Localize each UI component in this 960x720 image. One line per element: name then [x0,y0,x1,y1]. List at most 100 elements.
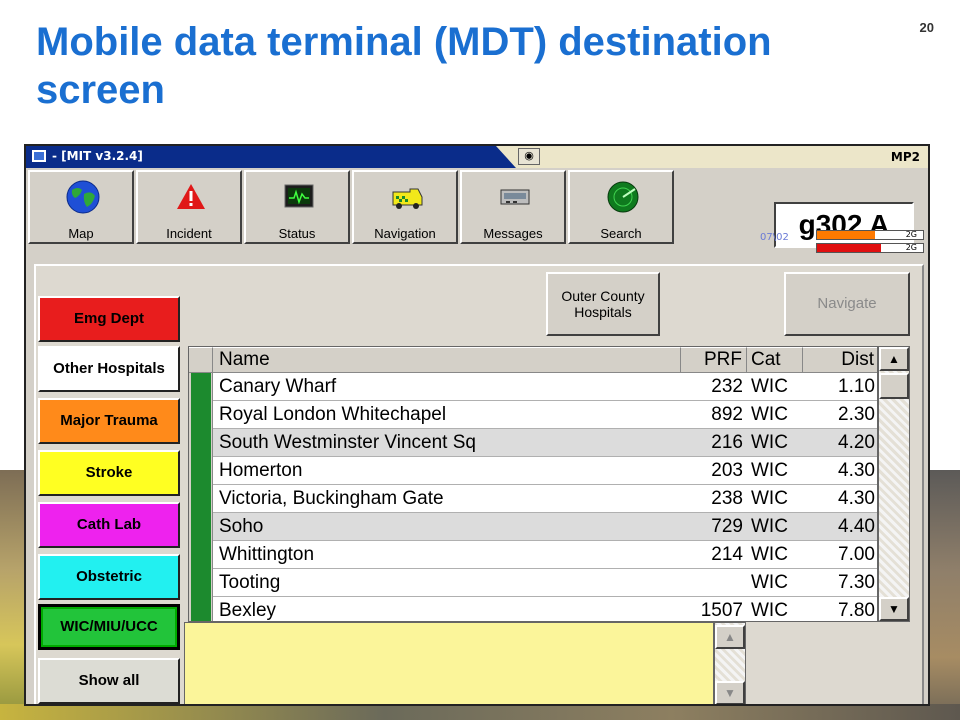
category-button-cath-lab[interactable]: Cath Lab [38,502,180,548]
app-window-icon[interactable] [32,150,46,162]
cell-name: Homerton [219,460,303,481]
cell-dist: 1.10 [838,376,875,397]
message-scroll-up-icon[interactable]: ▲ [715,625,745,649]
cell-prf: 203 [711,460,743,481]
row-status-marker [189,373,213,401]
cell-prf: 232 [711,376,743,397]
signal-bar-2-fill [817,244,881,252]
navigation-button[interactable]: Navigation [352,170,458,244]
cell-prf: 238 [711,488,743,509]
table-row[interactable]: Bexley 1507 WIC 7.80 [189,597,877,621]
column-header-dist[interactable]: Dist [803,347,877,373]
message-area[interactable] [184,622,714,704]
table-row[interactable]: Royal London Whitechapel 892 WIC 2.30 [189,401,877,429]
cell-dist: 4.20 [838,432,875,453]
cell-cat: WIC [751,432,788,453]
row-status-marker [189,401,213,429]
column-header-cat[interactable]: Cat [747,347,803,373]
cell-prf: 216 [711,432,743,453]
column-header-name[interactable]: Name [213,347,681,373]
table-row[interactable]: Homerton 203 WIC 4.30 [189,457,877,485]
monitor-icon [284,184,314,208]
navigate-button[interactable]: Navigate [784,272,910,336]
background-photo-bottom [0,704,960,720]
table-row[interactable]: Victoria, Buckingham Gate 238 WIC 4.30 [189,485,877,513]
cell-cat: WIC [751,488,788,509]
scroll-up-icon[interactable]: ▲ [879,347,909,371]
cell-name: South Westminster Vincent Sq [219,432,476,453]
incident-label: Incident [166,226,212,241]
cell-cat: WIC [751,460,788,481]
cell-name: Tooting [219,572,281,593]
signal-bar-1-fill [817,231,876,239]
callsign-display: g302 A [774,202,914,248]
message-scroll-down-icon[interactable]: ▼ [715,681,745,704]
incident-button[interactable]: Incident [136,170,242,244]
status-date: 07\02 [760,232,789,243]
globe-icon [66,180,100,214]
cell-name: Bexley [219,600,277,621]
category-button-stroke[interactable]: Stroke [38,450,180,496]
cell-name: Victoria, Buckingham Gate [219,488,444,509]
messages-button[interactable]: Messages [460,170,566,244]
navigation-label: Navigation [374,226,436,241]
window-titlebar: - [MIT v3.2.4] ◉ MP2 [26,146,928,168]
signal-bar-2: 2G [816,243,924,253]
radar-icon [607,181,639,213]
table-row[interactable]: Tooting WIC 7.30 [189,569,877,597]
category-button-wic-miu-ucc[interactable]: WIC/MIU/UCC [38,604,180,650]
ambulance-icon [392,188,423,209]
cell-cat: WIC [751,544,788,565]
row-status-indicator [191,513,211,541]
cell-prf: 892 [711,404,743,425]
table-row[interactable]: Whittington 214 WIC 7.00 [189,541,877,569]
pin-icon[interactable]: ◉ [518,148,540,165]
cell-dist: 4.30 [838,488,875,509]
cell-name: Whittington [219,544,315,565]
category-button-show-all[interactable]: Show all [38,658,180,704]
table-row[interactable]: Canary Wharf 232 WIC 1.10 [189,373,877,401]
cell-cat: WIC [751,404,788,425]
row-status-marker [189,485,213,513]
page-number: 20 [919,20,934,35]
cell-name: Canary Wharf [219,376,337,397]
message-scrollbar[interactable]: ▲ ▼ [714,622,746,704]
cell-prf [681,569,747,597]
table-scrollbar[interactable]: ▲ ▼ [878,346,910,622]
category-button-major-trauma[interactable]: Major Trauma [38,398,180,444]
scroll-thumb[interactable] [879,373,909,399]
cell-dist: 2.30 [838,404,875,425]
signal-bar-1: 2G [816,230,924,240]
map-button[interactable]: Map [28,170,134,244]
cell-dist: 4.40 [838,516,875,537]
table-row[interactable]: Soho 729 WIC 4.40 [189,513,877,541]
row-status-indicator [191,569,211,597]
category-button-other-hospitals[interactable]: Other Hospitals [38,346,180,392]
row-status-indicator [191,541,211,569]
cell-name: Royal London Whitechapel [219,404,447,425]
row-status-marker [189,569,213,597]
messages-label: Messages [483,226,543,241]
search-button[interactable]: Search [568,170,674,244]
row-status-indicator [191,373,211,401]
main-toolbar: Map Incident Status Navigation Messages … [26,168,928,248]
cell-cat: WIC [751,376,788,397]
cell-prf: 1507 [700,600,743,621]
scroll-down-icon[interactable]: ▼ [879,597,909,621]
cell-cat: WIC [751,572,788,593]
row-status-marker [189,429,213,457]
cell-prf: 729 [711,516,743,537]
category-button-obstetric[interactable]: Obstetric [38,554,180,600]
background-photo-left [0,470,26,720]
background-photo-right [928,470,960,720]
column-header-prf[interactable]: PRF [681,347,747,373]
outer-county-hospitals-button[interactable]: Outer County Hospitals [546,272,660,336]
header-marker-cell [189,347,213,373]
cell-name: Soho [219,516,264,537]
table-row[interactable]: South Westminster Vincent Sq 216 WIC 4.20 [189,429,877,457]
mdt-screen: - [MIT v3.2.4] ◉ MP2 Map Incident Status… [24,144,930,706]
titlebar-active-section: - [MIT v3.2.4] [26,146,516,168]
status-button[interactable]: Status [244,170,350,244]
terminal-id: MP2 [890,150,920,164]
category-button-emg-dept[interactable]: Emg Dept [38,296,180,342]
